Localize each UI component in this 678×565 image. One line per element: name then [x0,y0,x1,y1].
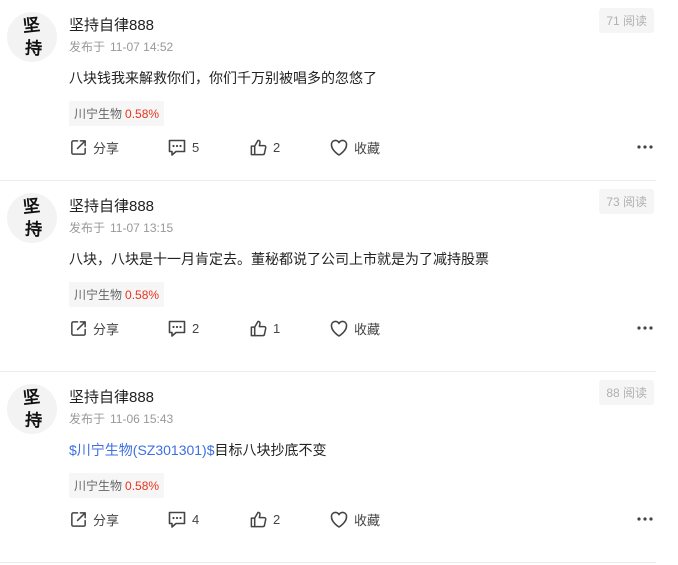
favorite-button[interactable]: 收藏 [329,508,380,530]
more-button[interactable] [637,317,653,339]
more-dots-icon [637,326,653,330]
share-button[interactable]: 分享 [69,317,119,339]
post-card: 坚 持 坚持自律888 发布于 11-07 13:15 73 阅读 八块，八块是十… [0,181,656,372]
post-card: 坚 持 坚持自律888 发布于 11-07 14:52 71 阅读 八块钱我来解救… [0,0,656,181]
more-dots-icon [637,145,653,149]
share-label: 分享 [93,512,120,528]
comment-button[interactable]: 5 [167,136,199,158]
thumbs-up-icon [250,320,267,336]
more-button[interactable] [637,136,653,158]
username[interactable]: 坚持自律888 [69,195,154,216]
like-count: 2 [273,139,281,155]
post-meta: 发布于 11-07 13:15 [69,219,173,236]
avatar-char: 持 [24,38,43,60]
stock-link[interactable]: $川宁生物(SZ301301)$ [69,442,215,458]
avatar[interactable]: 坚 持 [7,193,57,243]
avatar[interactable]: 坚 持 [7,12,57,62]
thumbs-up-icon [250,511,267,527]
post-meta: 发布于 11-06 15:43 [69,410,173,427]
heart-icon [330,139,348,156]
username[interactable]: 坚持自律888 [69,14,154,35]
like-button[interactable]: 1 [249,317,280,339]
post-feed: 坚 持 坚持自律888 发布于 11-07 14:52 71 阅读 八块钱我来解救… [0,0,656,563]
stock-tag-change: 0.58% [125,479,160,493]
post-content[interactable]: $川宁生物(SZ301301)$目标八块抄底不变 [69,440,327,460]
heart-icon [330,511,348,528]
like-count: 1 [273,320,281,336]
avatar[interactable]: 坚 持 [7,384,57,434]
published-time: 11-06 15:43 [110,412,174,426]
favorite-label: 收藏 [354,140,381,156]
stock-tag-name: 川宁生物 [74,107,123,121]
stock-tag[interactable]: 川宁生物 0.58% [69,473,165,498]
read-count-badge: 71 阅读 [599,8,654,33]
read-count-badge: 73 阅读 [599,189,654,214]
post-text: 八块，八块是十一月肯定去。董秘都说了公司上市就是为了减持股票 [69,251,489,267]
avatar-char: 持 [24,219,43,241]
username[interactable]: 坚持自律888 [69,386,154,407]
comment-count: 5 [192,139,200,155]
share-icon [71,511,86,527]
thumbs-up-icon [250,139,267,155]
post-content[interactable]: 八块钱我来解救你们，你们千万别被唱多的忽悠了 [69,68,377,88]
post-content[interactable]: 八块，八块是十一月肯定去。董秘都说了公司上市就是为了减持股票 [69,249,489,269]
comment-button[interactable]: 4 [167,508,199,530]
post-text: 八块钱我来解救你们，你们千万别被唱多的忽悠了 [69,70,377,86]
published-prefix: 发布于 [69,221,106,235]
read-count-badge: 88 阅读 [599,380,654,405]
avatar-char: 坚 [21,15,41,37]
action-bar: 分享 4 2 收藏 [69,508,656,530]
comment-count: 4 [192,511,200,527]
comment-button[interactable]: 2 [167,317,199,339]
stock-tag-name: 川宁生物 [74,288,123,302]
published-prefix: 发布于 [69,412,106,426]
published-prefix: 发布于 [69,40,106,54]
like-button[interactable]: 2 [249,508,280,530]
post-meta: 发布于 11-07 14:52 [69,38,173,55]
heart-icon [330,320,348,337]
like-button[interactable]: 2 [249,136,280,158]
post-card: 坚 持 坚持自律888 发布于 11-06 15:43 88 阅读 $川宁生物(S… [0,372,656,563]
comment-icon [168,139,186,156]
avatar-char: 坚 [21,196,41,218]
stock-tag-change: 0.58% [125,288,160,302]
comment-icon [168,320,186,337]
action-bar: 分享 5 2 收藏 [69,136,656,158]
more-dots-icon [637,517,653,521]
stock-tag-change: 0.58% [125,107,160,121]
action-bar: 分享 2 1 收藏 [69,317,656,339]
stock-tag[interactable]: 川宁生物 0.58% [69,282,165,307]
comment-icon [168,511,186,528]
comment-count: 2 [192,320,200,336]
favorite-label: 收藏 [354,321,381,337]
more-button[interactable] [637,508,653,530]
published-time: 11-07 13:15 [110,221,174,235]
share-label: 分享 [93,140,120,156]
share-icon [71,320,86,336]
share-button[interactable]: 分享 [69,508,119,530]
share-label: 分享 [93,321,120,337]
favorite-button[interactable]: 收藏 [329,317,380,339]
like-count: 2 [273,511,281,527]
share-button[interactable]: 分享 [69,136,119,158]
share-icon [71,139,86,155]
stock-tag-name: 川宁生物 [74,479,123,493]
published-time: 11-07 14:52 [110,40,174,54]
post-text: 目标八块抄底不变 [214,442,327,458]
stock-tag[interactable]: 川宁生物 0.58% [69,101,165,126]
favorite-button[interactable]: 收藏 [329,136,380,158]
favorite-label: 收藏 [354,512,381,528]
avatar-char: 持 [24,410,43,432]
avatar-char: 坚 [21,387,41,409]
